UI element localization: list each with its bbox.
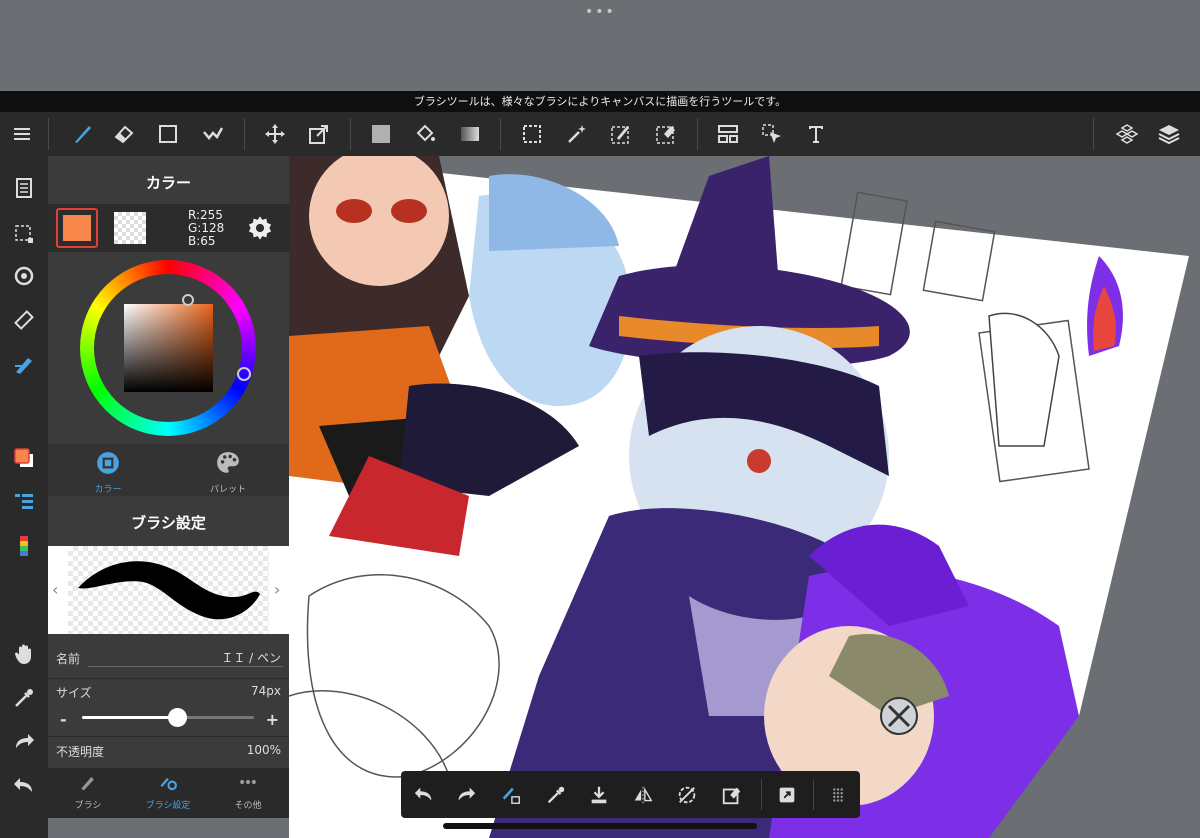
brush-stroke-preview: ‹ › xyxy=(48,546,289,634)
color-swatch-row: R:255 G:128 B:65 xyxy=(48,204,289,252)
rgb-b: B:65 xyxy=(188,234,216,248)
eraser-icon[interactable] xyxy=(107,112,141,156)
status-tip-text: ブラシツールは、様々なブラシによりキャンバスに描画を行うツールです。 xyxy=(413,95,787,108)
tab-palette-label: パレット xyxy=(209,485,246,495)
home-indicator[interactable] xyxy=(443,823,757,829)
side-panel: カラー R:255 G:128 B:65 カラー パレット ブラシ設定 ‹ › … xyxy=(48,156,289,818)
panel-bottom-tabs: ブラシ ブラシ設定 その他 xyxy=(48,768,289,818)
main-color-swatch[interactable] xyxy=(56,208,98,248)
grip-handle-icon[interactable] xyxy=(818,771,858,818)
gradient-icon[interactable] xyxy=(453,112,487,156)
panel-icon[interactable] xyxy=(711,112,745,156)
selection-icon[interactable] xyxy=(8,218,40,250)
expand-icon[interactable] xyxy=(767,771,807,818)
saturation-value-square[interactable] xyxy=(124,304,213,392)
transform-icon[interactable] xyxy=(302,112,336,156)
save-download-icon[interactable] xyxy=(579,771,619,818)
color-panel-title: カラー xyxy=(145,174,191,192)
color-settings-gear-icon[interactable] xyxy=(246,214,274,242)
3d-material-icon[interactable] xyxy=(1110,112,1144,156)
main-color-fill xyxy=(63,215,91,241)
page-manager-icon[interactable] xyxy=(8,172,40,204)
sub-color-swatch[interactable] xyxy=(114,212,146,244)
fill-brush-icon[interactable] xyxy=(196,112,230,156)
select-move-icon[interactable] xyxy=(755,112,789,156)
drawing-canvas[interactable] xyxy=(289,156,1200,838)
rgb-readout: R:255 G:128 B:65 xyxy=(188,209,224,248)
name-label: 名前 xyxy=(56,652,81,666)
brush-eraser-toggle-icon[interactable] xyxy=(491,771,531,818)
tab-palette[interactable]: パレット xyxy=(198,448,258,495)
opacity-value: 100% xyxy=(246,743,281,757)
brush-fields: 名前 ＩＩ / ペン サイズ 74px - + 不透明度 100% xyxy=(48,634,289,764)
color-wheel-area xyxy=(48,252,289,444)
hand-icon[interactable] xyxy=(8,638,40,670)
tab-color[interactable]: カラー xyxy=(78,448,138,495)
size-slider-knob[interactable] xyxy=(167,708,187,727)
hue-picker-handle[interactable] xyxy=(237,367,251,381)
tab-color-label: カラー xyxy=(94,485,122,495)
tab-brush-label: ブラシ xyxy=(74,801,102,811)
tab-other[interactable]: その他 xyxy=(218,770,278,816)
palette-icon xyxy=(217,452,239,473)
bucket-icon[interactable] xyxy=(408,112,442,156)
size-plus-button[interactable]: + xyxy=(266,710,279,729)
tab-other-label: その他 xyxy=(234,801,262,811)
menu-icon[interactable] xyxy=(5,112,39,156)
quick-access-toolbar xyxy=(401,771,860,818)
color-swatch-icon[interactable] xyxy=(8,442,40,474)
select-rect-icon[interactable] xyxy=(515,112,549,156)
artwork-illustration xyxy=(289,156,1189,838)
undo-button[interactable] xyxy=(404,771,444,818)
brush-settings-header: ブラシ設定 xyxy=(48,496,289,546)
size-slider-track[interactable] xyxy=(82,708,254,727)
next-brush-chevron-icon[interactable]: › xyxy=(274,580,280,599)
magic-wand-icon[interactable] xyxy=(560,112,594,156)
multitask-dots-icon[interactable]: ••• xyxy=(585,4,616,20)
move-icon[interactable] xyxy=(258,112,292,156)
size-slider-fill xyxy=(82,716,177,719)
pen-stabilizer-icon[interactable] xyxy=(8,348,40,380)
color-tabs: カラー パレット xyxy=(48,444,289,496)
select-pen-icon[interactable] xyxy=(604,112,638,156)
left-tool-strip xyxy=(0,156,48,838)
ruler-icon[interactable] xyxy=(8,304,40,336)
brush-name-value[interactable]: ＩＩ / ペン xyxy=(221,649,281,666)
brush-tab-icon xyxy=(81,777,94,791)
layer-list-icon[interactable] xyxy=(8,486,40,518)
color-fill-icon[interactable] xyxy=(364,112,398,156)
status-tip-bar: ブラシツールは、様々なブラシによりキャンバスに描画を行うツールです。 xyxy=(0,91,1200,112)
main-toolbar xyxy=(0,112,1200,156)
size-minus-button[interactable]: - xyxy=(60,710,67,729)
prev-brush-chevron-icon[interactable]: ‹ xyxy=(52,580,58,599)
rectangle-icon[interactable] xyxy=(151,112,185,156)
layers-icon[interactable] xyxy=(1152,112,1186,156)
select-eraser-icon[interactable] xyxy=(649,112,683,156)
brush-settings-title: ブラシ設定 xyxy=(131,514,206,532)
eyedropper-button[interactable] xyxy=(536,771,576,818)
stroke-shape xyxy=(78,561,260,620)
sv-picker-handle[interactable] xyxy=(182,294,194,306)
rotate-canvas-icon[interactable] xyxy=(8,260,40,292)
clear-layer-icon[interactable] xyxy=(712,771,752,818)
tab-brush[interactable]: ブラシ xyxy=(58,770,118,816)
undo-icon[interactable] xyxy=(8,770,40,802)
color-circle-icon xyxy=(97,452,119,474)
opacity-label: 不透明度 xyxy=(56,745,105,759)
brush-settings-tab-icon xyxy=(160,777,177,791)
eyedropper-icon[interactable] xyxy=(8,682,40,714)
redo-icon[interactable] xyxy=(8,726,40,758)
redo-button[interactable] xyxy=(446,771,486,818)
text-icon[interactable] xyxy=(799,112,833,156)
flip-horizontal-icon[interactable] xyxy=(623,771,663,818)
color-adjust-icon[interactable] xyxy=(8,530,40,562)
size-value: 74px xyxy=(251,684,281,698)
size-label: サイズ xyxy=(56,686,92,700)
brush-icon[interactable] xyxy=(66,112,100,156)
tab-brush-settings-label: ブラシ設定 xyxy=(145,801,191,811)
tab-brush-settings[interactable]: ブラシ設定 xyxy=(138,770,198,816)
more-dots-icon xyxy=(240,779,256,785)
rotate-reset-icon[interactable] xyxy=(667,771,707,818)
